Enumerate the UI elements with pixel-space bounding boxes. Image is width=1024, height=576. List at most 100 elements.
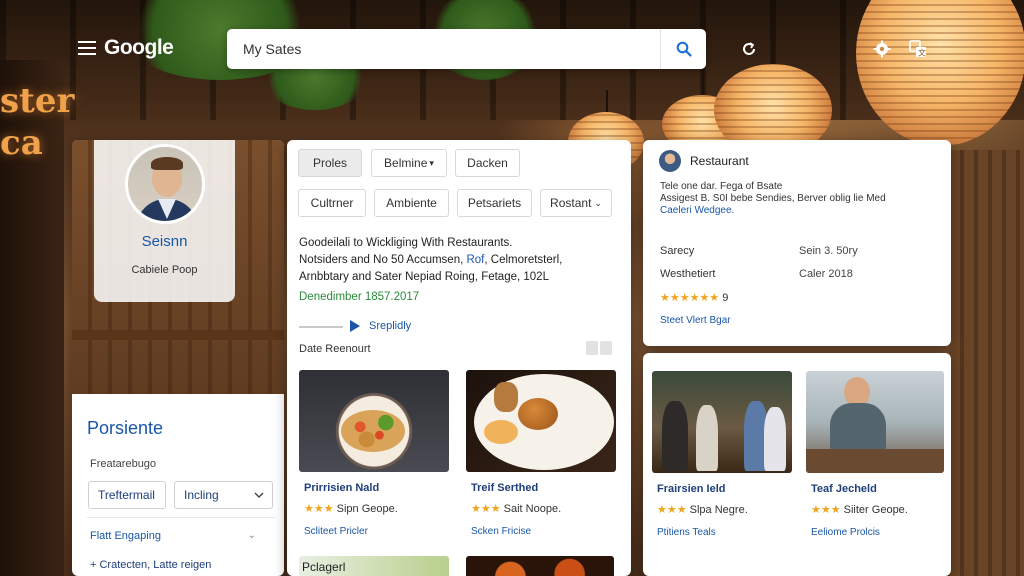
section-heading: Porsiente — [87, 418, 164, 438]
filter-chip-belmine-label: Belmine — [384, 156, 428, 170]
restaurant-card[interactable]: Treif Serthed ★★★ Sait Noope. Scken Fric… — [466, 370, 618, 540]
star-rating: ★★★ — [811, 504, 841, 516]
restaurant-card[interactable]: Teaf Jecheld ★★★ Siiter Geope. Eeliome P… — [806, 371, 951, 541]
description-line: Assigest B. S0I bebe Sendies, Berver obl… — [660, 193, 886, 204]
profile-name[interactable]: Seisnn — [94, 233, 235, 250]
card-title[interactable]: Treif Serthed — [471, 482, 538, 494]
description: Goodeilali to Wickliging With Restaurant… — [299, 235, 619, 286]
card-link[interactable]: Scliteet Pricler — [304, 526, 368, 537]
date-text: Denedimber 1857.2017 — [299, 291, 420, 303]
left-panel: Seisnn Cabiele Poop Porsiente Freatarebu… — [72, 140, 284, 576]
field-button-primary[interactable]: Treftermail — [88, 481, 166, 509]
restaurant-card[interactable]: Prirrisien Nald ★★★ Sipn Geope. Scliteet… — [299, 370, 451, 540]
avatar — [659, 150, 681, 172]
view-toggle[interactable] — [586, 341, 612, 355]
divider — [87, 517, 275, 518]
chevron-down-icon: ⌄ — [247, 530, 256, 541]
info-value: Sein 3. 50ry — [799, 245, 858, 257]
filter-chip-proles[interactable]: Proles — [298, 149, 362, 177]
field-select[interactable]: Incling — [174, 481, 273, 509]
google-logo[interactable]: Google — [104, 36, 174, 60]
rating-text: Siiter Geope. — [843, 504, 908, 516]
info-value: Caler 2018 — [799, 268, 853, 280]
svg-text:文: 文 — [918, 48, 926, 58]
translate-icon[interactable]: 文 — [907, 38, 929, 60]
rating: ★★★★★★ 9 — [660, 291, 728, 304]
menu-icon[interactable] — [78, 41, 96, 55]
card-title[interactable]: Frairsien Ield — [657, 483, 725, 495]
progress-track — [299, 326, 343, 328]
restaurant-info-panel: Restaurant Tele one dar. Fega of Bsate A… — [643, 140, 951, 346]
filter-chip-dacken[interactable]: Dacken — [455, 149, 520, 177]
card-rating: ★★★ Siiter Geope. — [811, 503, 908, 516]
food-image[interactable] — [299, 370, 449, 472]
description-line: Tele one dar. Fega of Bsate — [660, 181, 783, 192]
rating-text: Slpa Negre. — [689, 504, 748, 516]
card-rating: ★★★ Sipn Geope. — [304, 502, 398, 515]
card-title[interactable]: Prirrisien Nald — [304, 482, 379, 494]
play-link[interactable]: Sreplidly — [369, 320, 411, 332]
date-label: Date Reenourt — [299, 343, 371, 355]
person-photo[interactable] — [806, 371, 944, 473]
search-icon — [676, 41, 692, 57]
restaurant-card[interactable]: Frairsien Ield ★★★ Slpa Negre. Ptitiens … — [652, 371, 804, 541]
description-link[interactable]: Caeleri Wedgee. — [660, 205, 940, 217]
filter-chip-belmine[interactable]: Belmine ▾ — [371, 149, 447, 177]
middle-panel: Proles Belmine ▾ Dacken Cultrner Ambiente… — [287, 140, 631, 576]
filter-chip-cultrner[interactable]: Cultrner — [298, 189, 366, 217]
filter-chip-rostant-label: Rostant — [550, 196, 592, 210]
description-line: Goodeilali to Wickliging With Restaurant… — [299, 237, 513, 249]
rating-text: Sait Noope. — [503, 503, 562, 515]
card-rating: ★★★ Slpa Negre. — [657, 503, 748, 516]
chevron-down-icon — [254, 492, 264, 498]
profile-subtitle: Cabiele Poop — [131, 264, 198, 276]
info-label: Sarecy — [660, 245, 695, 257]
peek-card[interactable] — [466, 556, 614, 576]
chevron-down-icon: ⌄ — [594, 197, 602, 208]
view-link[interactable]: Steet Vlert Bgar — [660, 315, 731, 326]
card-link[interactable]: Scken Fricise — [471, 526, 531, 537]
star-rating: ★★★ — [471, 503, 501, 515]
field-select-label: Incling — [184, 488, 219, 502]
info-label: Westhetiert — [660, 268, 716, 280]
card-link[interactable]: Ptitiens Teals — [657, 527, 716, 538]
refresh-icon[interactable] — [738, 38, 760, 60]
expand-link[interactable]: Flatt Engaping ⌄ — [90, 530, 270, 542]
neon-sign: ster ca — [0, 81, 75, 163]
top-bar: Google 文 — [0, 20, 1024, 80]
card-title[interactable]: Teaf Jecheld — [811, 483, 877, 495]
filter-chip-petsariets[interactable]: Petsariets — [457, 189, 532, 217]
play-icon[interactable] — [349, 320, 361, 332]
peek-card-label: Pclagerl — [302, 560, 346, 574]
peek-card[interactable]: Pclagerl — [299, 556, 449, 576]
filter-chip-ambiente[interactable]: Ambiente — [374, 189, 449, 217]
panel-title: Restaurant — [690, 154, 749, 168]
card-link[interactable]: Eeliome Prolcis — [811, 527, 880, 538]
description-text: , Celmoretsterl, — [484, 254, 563, 266]
related-panel: Frairsien Ield ★★★ Slpa Negre. Ptitiens … — [643, 353, 951, 576]
chevron-down-icon: ▾ — [429, 157, 434, 168]
description-line: Notsiders and No 50 Accumsen, Rof, Celmo… — [299, 252, 619, 269]
avatar — [125, 144, 205, 224]
right-wall — [950, 150, 1024, 576]
add-link[interactable]: + Cratecten, Latte reigen — [90, 559, 211, 571]
profile-card[interactable]: Seisnn Cabiele Poop — [94, 140, 235, 302]
people-photo[interactable] — [652, 371, 792, 473]
panel-description: Tele one dar. Fega of Bsate Assigest B. … — [660, 181, 940, 217]
card-rating: ★★★ Sait Noope. — [471, 502, 561, 515]
star-rating: ★★★★★★ — [660, 292, 720, 304]
search-button[interactable] — [660, 29, 706, 69]
rating-count: 9 — [722, 292, 729, 304]
description-line: Arnbbtary and Sater Nepiad Roing, Fetage… — [299, 271, 549, 283]
field-label: Freatarebugo — [90, 458, 157, 470]
rating-text: Sipn Geope. — [336, 503, 398, 515]
settings-icon[interactable] — [871, 38, 893, 60]
star-rating: ★★★ — [304, 503, 334, 515]
star-rating: ★★★ — [657, 504, 687, 516]
description-text: Notsiders and No 50 Accumsen, — [299, 254, 467, 266]
filter-chip-rostant[interactable]: Rostant ⌄ — [540, 189, 612, 217]
description-link[interactable]: Rof — [466, 254, 484, 266]
expand-link-label: Flatt Engaping — [90, 530, 161, 542]
food-image[interactable] — [466, 370, 616, 472]
search-input[interactable] — [243, 39, 663, 59]
